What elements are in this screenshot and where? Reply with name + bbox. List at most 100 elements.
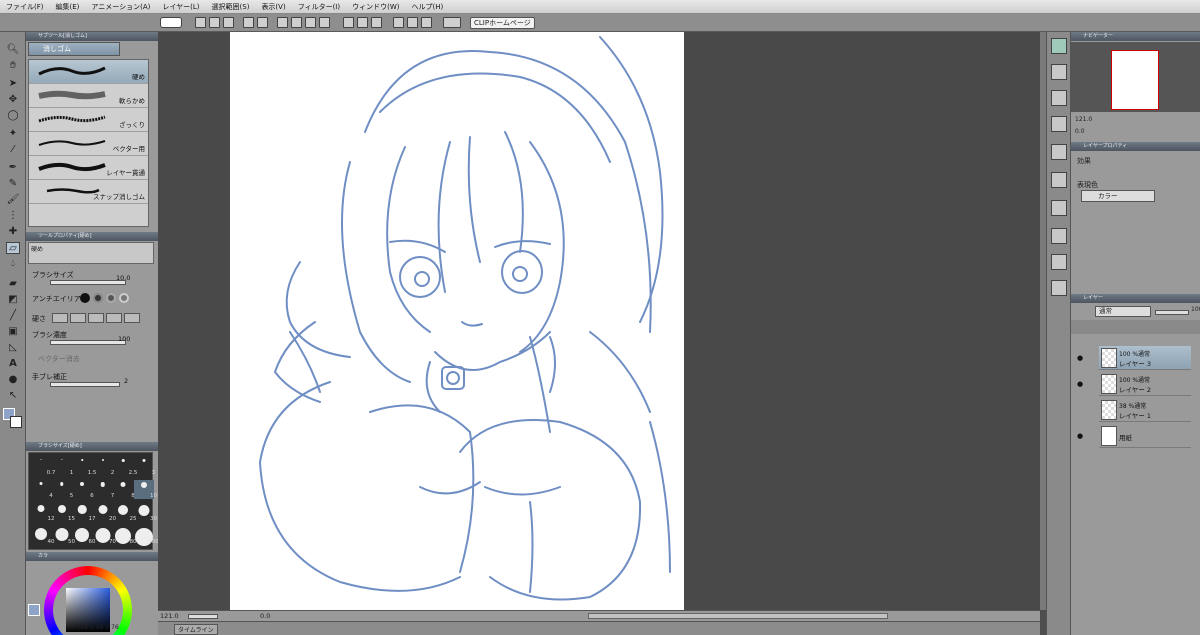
zoom-tool-icon[interactable]: 🔍︎: [6, 44, 20, 56]
navigator-angle[interactable]: 0.0: [1075, 128, 1085, 135]
navigator-panel-icon[interactable]: [1051, 38, 1067, 54]
save-icon[interactable]: [223, 17, 234, 28]
brush-size-cell[interactable]: 1: [52, 457, 73, 476]
hand-tool-icon[interactable]: ✋︎: [6, 60, 20, 72]
timeline-tab[interactable]: タイムライン: [174, 624, 218, 635]
sub-tool-group-tab[interactable]: 消しゴム: [28, 42, 120, 56]
move-layer-tool-icon[interactable]: ✥: [6, 94, 20, 106]
decoration-tool-icon[interactable]: ✚: [6, 226, 20, 238]
density-slider[interactable]: [50, 340, 126, 345]
sub-tool-item-snap-eraser[interactable]: スナップ消しゴム: [29, 180, 148, 204]
sub-tool-item-rough[interactable]: ざっくり: [29, 108, 148, 132]
view-mode-icon[interactable]: [443, 17, 461, 28]
navigator-preview[interactable]: [1071, 42, 1200, 112]
menu-item[interactable]: ファイル(F): [6, 2, 44, 12]
menu-item[interactable]: ヘルプ(H): [411, 2, 443, 12]
sub-tool-item-hard[interactable]: 硬め: [29, 60, 148, 84]
clip-homepage-button[interactable]: CLIPホームページ: [470, 17, 535, 29]
stabilization-slider[interactable]: [50, 382, 120, 387]
brush-size-cell[interactable]: 6: [72, 480, 94, 499]
clear-icon[interactable]: [277, 17, 288, 28]
layer-row[interactable]: 38 %通常 レイヤー 1: [1099, 398, 1191, 422]
sub-tool-item-through-layer[interactable]: レイヤー貫通: [29, 156, 148, 180]
brush-size-cell[interactable]: 100: [134, 526, 159, 546]
current-color-swatch[interactable]: [28, 604, 40, 616]
menu-item[interactable]: 表示(V): [261, 2, 285, 12]
lasso-tool-icon[interactable]: ◯: [6, 110, 20, 122]
eye-icon[interactable]: ●: [1077, 354, 1083, 362]
fill-icon[interactable]: [305, 17, 316, 28]
hide-selection-icon[interactable]: [357, 17, 368, 28]
eye-icon[interactable]: ●: [1077, 432, 1083, 440]
redo-icon[interactable]: [257, 17, 268, 28]
zoom-readout[interactable]: 121.0: [160, 612, 179, 620]
brush-size-cell[interactable]: 4: [31, 480, 53, 499]
item-bank-icon[interactable]: [1051, 280, 1067, 296]
brush-size-cell[interactable]: 12: [31, 503, 55, 522]
material-2-icon[interactable]: [1051, 172, 1067, 188]
layer-property-icon[interactable]: [1051, 116, 1067, 132]
antialias-selector[interactable]: [80, 293, 146, 304]
fill-tool-icon[interactable]: ▰: [6, 278, 20, 290]
sub-color-swatch[interactable]: [10, 416, 22, 428]
brush-size-cell[interactable]: 1.5: [72, 457, 96, 476]
pencil-tool-icon[interactable]: ✎: [6, 178, 20, 190]
layer-panel-tab[interactable]: レイヤー: [1071, 294, 1200, 303]
grid-icon[interactable]: [371, 17, 382, 28]
opacity-slider[interactable]: [1155, 310, 1189, 315]
snap-ruler-icon[interactable]: [393, 17, 404, 28]
brush-size-cell[interactable]: 3: [134, 457, 155, 476]
menu-item[interactable]: アニメーション(A): [91, 2, 150, 12]
hardness-selector[interactable]: [52, 313, 140, 323]
material-icon[interactable]: [1051, 144, 1067, 160]
deselect-icon[interactable]: [319, 17, 330, 28]
crop-icon[interactable]: [343, 17, 354, 28]
correct-line-tool-icon[interactable]: ↖: [6, 390, 20, 402]
drawing-canvas[interactable]: [230, 32, 684, 610]
frame-tool-icon[interactable]: ▣: [6, 326, 20, 338]
eraser-tool-icon[interactable]: ▱: [6, 242, 20, 254]
brush-size-cell[interactable]: 0.7: [31, 457, 55, 476]
magic-wand-tool-icon[interactable]: ✦: [6, 128, 20, 140]
brush-size-cell[interactable]: 60: [72, 526, 96, 545]
menu-item[interactable]: レイヤー(L): [162, 2, 199, 12]
brush-size-cell[interactable]: 40: [31, 526, 55, 545]
blend-tool-icon[interactable]: 💧︎: [6, 258, 20, 270]
snap-special-ruler-icon[interactable]: [407, 17, 418, 28]
zoom-slider[interactable]: [188, 614, 218, 619]
app-logo-icon[interactable]: [160, 17, 182, 28]
undo-icon[interactable]: [243, 17, 254, 28]
menu-item[interactable]: 編集(E): [56, 2, 80, 12]
snap-grid-icon[interactable]: [421, 17, 432, 28]
brush-size-cell[interactable]: 15: [52, 503, 75, 522]
expression-color-select[interactable]: カラー: [1081, 190, 1155, 202]
auto-action-icon[interactable]: [1051, 254, 1067, 270]
brush-size-cell[interactable]: 25: [113, 503, 137, 522]
sub-view-icon[interactable]: [1051, 64, 1067, 80]
info-panel-icon[interactable]: [1051, 90, 1067, 106]
sub-tool-item-soft[interactable]: 軟らかめ: [29, 84, 148, 108]
balloon-tool-icon[interactable]: ●: [6, 374, 20, 386]
brush-size-cell[interactable]: 17: [72, 503, 96, 522]
menu-item[interactable]: フィルター(I): [298, 2, 340, 12]
ruler-tool-icon[interactable]: ◺: [6, 342, 20, 354]
brush-size-cell[interactable]: 20: [93, 503, 116, 522]
text-tool-icon[interactable]: A: [6, 358, 20, 370]
gradient-tool-icon[interactable]: ◩: [6, 294, 20, 306]
open-file-icon[interactable]: [209, 17, 220, 28]
airbrush-tool-icon[interactable]: ⋮: [6, 210, 20, 222]
antialias-medium-icon[interactable]: [106, 293, 116, 303]
brush-size-cell[interactable]: 70: [93, 526, 116, 545]
brush-size-cell[interactable]: 50: [52, 526, 75, 545]
brush-size-cell[interactable]: 2: [93, 457, 114, 476]
menu-item[interactable]: ウィンドウ(W): [352, 2, 399, 12]
antialias-strong-icon[interactable]: [119, 293, 129, 303]
new-file-icon[interactable]: [195, 17, 206, 28]
brush-size-cell[interactable]: 8: [113, 480, 135, 499]
brush-tool-icon[interactable]: 🖌︎: [6, 194, 20, 206]
blend-mode-select[interactable]: 通常: [1095, 306, 1151, 317]
eyedropper-tool-icon[interactable]: ⁄: [6, 144, 20, 156]
brush-size-cell[interactable]: 5: [52, 480, 73, 499]
angle-readout[interactable]: 0.0: [260, 612, 270, 620]
canvas-horizontal-scrollbar[interactable]: [588, 613, 888, 619]
